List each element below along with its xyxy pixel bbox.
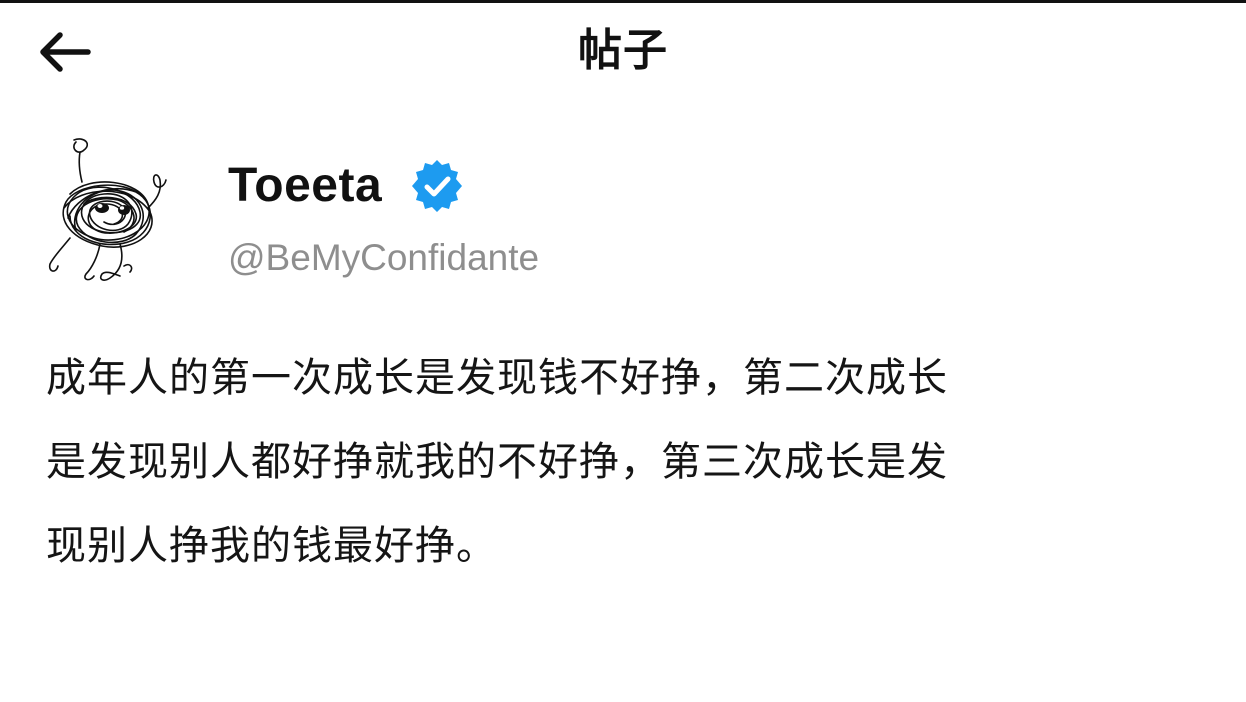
header-bar: 帖子 bbox=[0, 6, 1246, 96]
post-text-line: 现别人挣我的钱最好挣。 bbox=[46, 523, 497, 569]
author-display-name[interactable]: Toeeta bbox=[228, 150, 382, 222]
post-text-line: 成年人的第一次成长是发现钱不好挣，第二次成长 bbox=[46, 355, 948, 401]
post-text-line: 是发现别人都好挣就我的不好挣，第三次成长是发 bbox=[46, 439, 948, 485]
author-info: Toeeta @BeMyConfidante bbox=[228, 150, 539, 282]
page-title: 帖子 bbox=[578, 25, 668, 76]
top-divider bbox=[0, 0, 1246, 3]
avatar[interactable] bbox=[40, 134, 178, 286]
author-handle[interactable]: @BeMyConfidante bbox=[228, 234, 539, 282]
verified-badge-icon bbox=[412, 160, 463, 212]
post-text: 成年人的第一次成长是发现钱不好挣，第二次成长 是发现别人都好挣就我的不好挣，第三… bbox=[46, 336, 1206, 588]
author-name-row: Toeeta bbox=[228, 150, 539, 222]
scribble-avatar-image bbox=[48, 138, 167, 281]
post-detail-screen: 帖子 Toeeta @BeMyConfidante 成年人的第一次成长是发现钱不… bbox=[0, 0, 1246, 702]
